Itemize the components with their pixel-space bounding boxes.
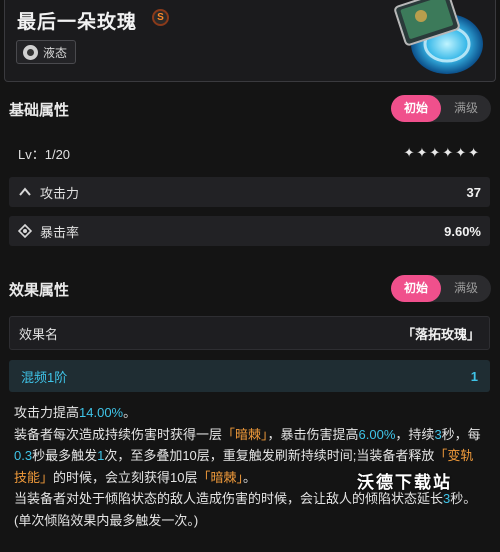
stat-name: 暴击率 [40, 224, 80, 240]
level-label: Lv：1/20 [18, 146, 71, 162]
toggle-initial[interactable]: 初始 [391, 95, 441, 122]
stat-value: 9.60% [444, 223, 481, 239]
weapon-header-card: 最后一朵玫瑰 S 液态 [4, 0, 496, 82]
effect-name-label: 效果名 [19, 326, 59, 342]
star-rating: ✦✦✦✦✦✦ [403, 145, 481, 160]
element-tag-label: 液态 [43, 45, 68, 60]
liquid-element-icon [23, 44, 38, 60]
desc-line: 装备者每次造成持续伤害时获得一层「暗棘」，暴击伤害提高6.00%，持续3秒，每 [14, 426, 481, 442]
stat-row-crit-rate: 暴击率 9.60% [9, 216, 490, 246]
element-tag: 液态 [16, 40, 77, 64]
base-attributes-header: 基础属性 初始 满级 [0, 86, 500, 130]
rarity-badge-icon: S [152, 9, 169, 26]
stat-row-attack: 攻击力 37 [9, 177, 490, 207]
effect-attributes-title: 效果属性 [9, 282, 70, 299]
toggle-max-level[interactable]: 满级 [441, 95, 491, 122]
weapon-disc-artwork [394, 0, 483, 74]
weapon-title: 最后一朵玫瑰 [17, 12, 138, 33]
site-watermark: 沃德下载站 [357, 473, 452, 492]
desc-line: (单次倾陷效果内最多触发一次。) [14, 512, 199, 528]
crosshair-icon [18, 224, 32, 238]
effect-name-row: 效果名 「落拓玫瑰」 [9, 316, 490, 350]
stat-name: 攻击力 [40, 185, 80, 201]
effect-level-toggle[interactable]: 初始 满级 [391, 275, 491, 302]
toggle-initial[interactable]: 初始 [391, 275, 441, 302]
base-level-toggle[interactable]: 初始 满级 [391, 95, 491, 122]
base-attributes-title: 基础属性 [9, 102, 70, 119]
refine-level-label: 混频1阶 [21, 369, 68, 385]
refine-level-value: 1 [470, 368, 478, 384]
stat-value: 37 [466, 184, 481, 200]
level-row: Lv：1/20 ✦✦✦✦✦✦ [9, 138, 490, 168]
refine-level-row[interactable]: 混频1阶 1 [9, 360, 490, 392]
effect-name-value: 「落拓玫瑰」 [401, 326, 480, 342]
toggle-max-level[interactable]: 满级 [441, 275, 491, 302]
effect-description: 攻击力提高14.00%。 装备者每次造成持续伤害时获得一层「暗棘」，暴击伤害提高… [14, 402, 490, 531]
effect-attributes-header: 效果属性 初始 满级 [0, 266, 500, 310]
chevron-up-icon [19, 187, 31, 196]
desc-line: 0.3秒最多触发1次，至多叠加10层，重复触发刷新持续时间;当装备者释放「变轨 [14, 448, 474, 463]
desc-line: 攻击力提高14.00%。 [14, 405, 137, 420]
